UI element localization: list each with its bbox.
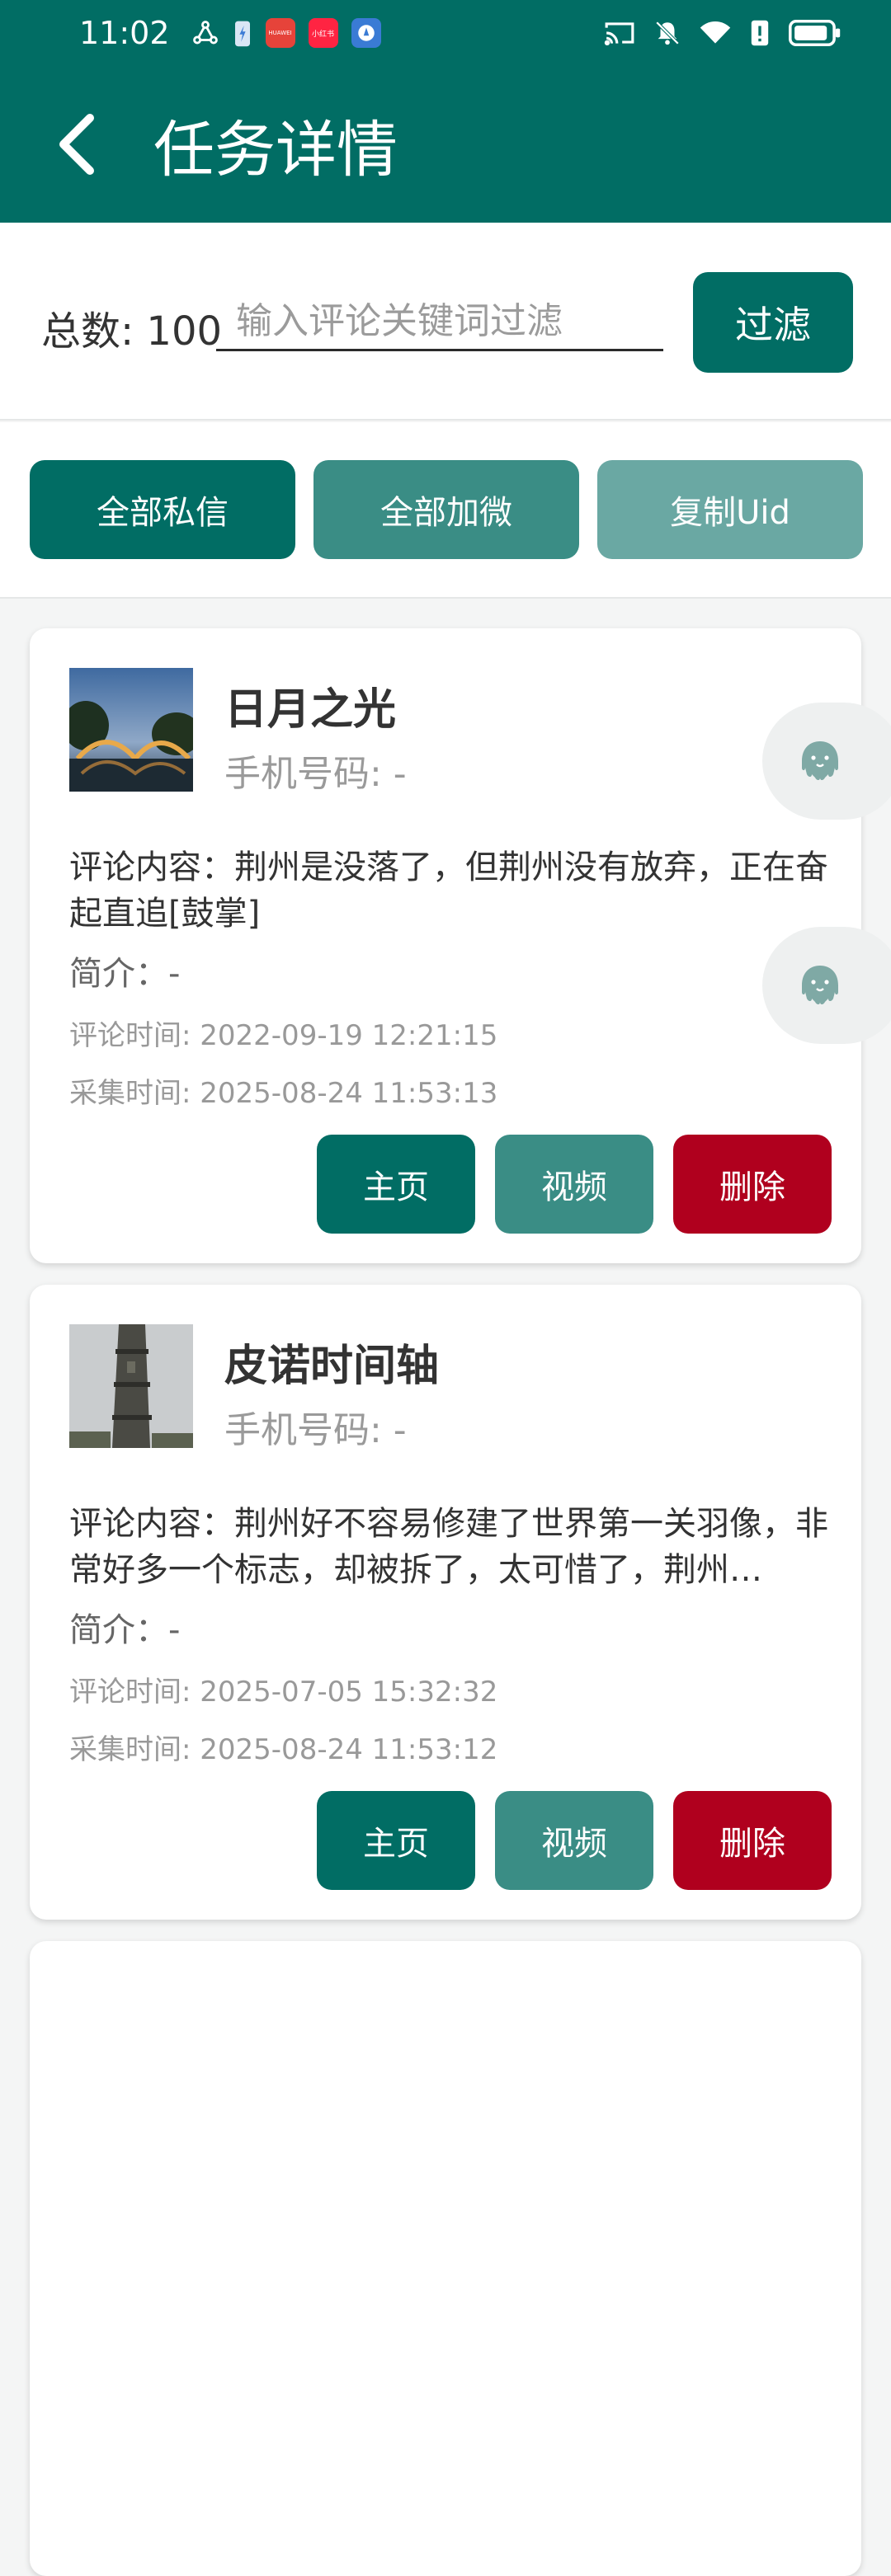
header: 11:02 HUAWEI 小红书 任务详情	[0, 0, 891, 223]
collect-time: 采集时间: 2025-08-24 11:53:12	[69, 1733, 498, 1766]
comment-time: 评论时间: 2025-07-05 15:32:32	[69, 1676, 498, 1709]
xiaohongshu-app-label: 小红书	[312, 30, 335, 39]
comment-card: 日月之光 手机号码: - 评论内容：荆州是没落了，但荆州没有放弃，正在奋起直追[…	[30, 628, 861, 1263]
phone-number: 手机号码: -	[224, 753, 407, 795]
user-name: 皮诺时间轴	[224, 1342, 440, 1391]
comment-content: 评论内容：荆州是没落了，但荆州没有放弃，正在奋起直追[鼓掌]	[69, 848, 828, 933]
homepage-button[interactable]: 主页	[317, 1135, 475, 1234]
collect-time: 采集时间: 2025-08-24 11:53:13	[69, 1077, 498, 1110]
share-icon	[191, 19, 219, 47]
floating-assistant-button[interactable]	[762, 927, 891, 1044]
keyword-filter-input[interactable]	[216, 294, 663, 351]
app-bar: 任务详情	[0, 66, 891, 223]
bulk-actions: 全部私信 全部加微 复制Uid	[0, 422, 891, 599]
dm-all-button[interactable]: 全部私信	[30, 460, 295, 559]
comment-content: 评论内容：荆州好不容易修建了世界第一关羽像，非常好多一个标志，却被拆了，太可惜了…	[69, 1505, 828, 1589]
user-name: 日月之光	[224, 685, 397, 735]
comment-card-partial	[30, 1941, 861, 2576]
comment-time: 评论时间: 2022-09-19 12:21:15	[69, 1019, 498, 1052]
delete-button[interactable]: 删除	[673, 1135, 832, 1234]
back-button[interactable]	[41, 107, 116, 181]
homepage-button[interactable]: 主页	[317, 1791, 475, 1890]
cast-icon	[604, 19, 635, 47]
status-left: 11:02 HUAWEI 小红书	[79, 15, 381, 51]
phone-number: 手机号码: -	[224, 1409, 407, 1451]
alert-icon	[749, 19, 771, 47]
copy-uid-button[interactable]: 复制Uid	[597, 460, 863, 559]
page-title: 任务详情	[153, 114, 398, 186]
huawei-app-icon: HUAWEI	[265, 18, 295, 48]
status-right	[604, 19, 842, 47]
xiaohongshu-app-icon: 小红书	[308, 18, 338, 48]
floating-assistant-button[interactable]	[762, 703, 891, 820]
comment-card: 皮诺时间轴 手机号码: - 评论内容：荆州好不容易修建了世界第一关羽像，非常好多…	[30, 1285, 861, 1920]
filter-button[interactable]: 过滤	[693, 272, 853, 373]
compass-app-icon	[351, 18, 381, 48]
back-arrow-icon	[59, 114, 94, 175]
avatar[interactable]	[69, 668, 193, 792]
total-count: 总数: 100	[41, 308, 223, 355]
huawei-app-label: HUAWEI	[268, 30, 292, 36]
video-button[interactable]: 视频	[495, 1791, 653, 1890]
delete-button[interactable]: 删除	[673, 1791, 832, 1890]
video-button[interactable]: 视频	[495, 1135, 653, 1234]
battery-icon	[789, 19, 842, 47]
battery-saver-icon	[233, 18, 252, 48]
filter-section: 总数: 100 过滤	[0, 223, 891, 421]
octopus-icon	[802, 741, 838, 780]
status-bar: 11:02 HUAWEI 小红书	[0, 0, 891, 66]
add-wechat-all-button[interactable]: 全部加微	[314, 460, 579, 559]
user-intro: 简介：-	[69, 955, 181, 993]
avatar[interactable]	[69, 1324, 193, 1448]
wifi-icon	[700, 19, 731, 47]
mute-bell-icon	[653, 19, 681, 47]
user-intro: 简介：-	[69, 1611, 181, 1649]
status-time: 11:02	[79, 15, 170, 51]
octopus-icon	[802, 966, 838, 1004]
